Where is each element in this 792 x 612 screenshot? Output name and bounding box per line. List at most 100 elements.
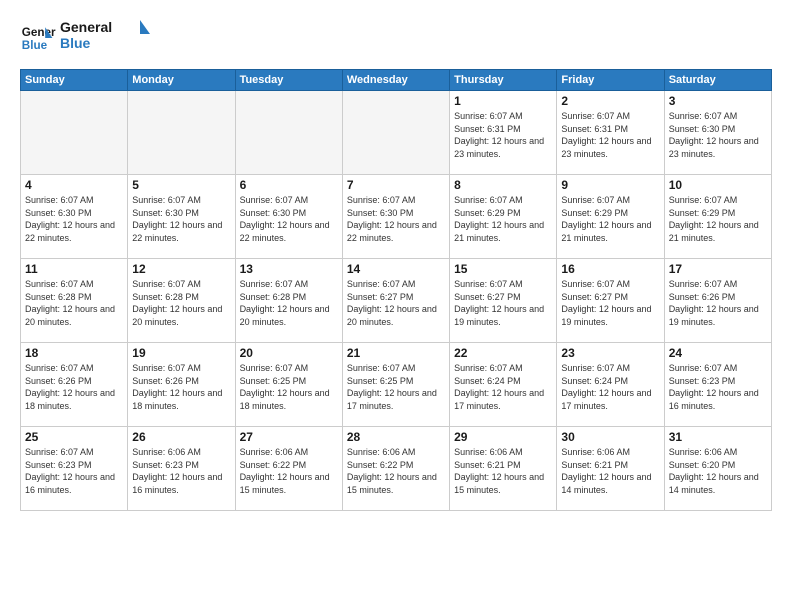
day-number: 18 bbox=[25, 346, 123, 360]
calendar-cell: 16Sunrise: 6:07 AM Sunset: 6:27 PM Dayli… bbox=[557, 259, 664, 343]
calendar-cell: 3Sunrise: 6:07 AM Sunset: 6:30 PM Daylig… bbox=[664, 91, 771, 175]
logo-text: General Blue bbox=[60, 16, 150, 59]
calendar-cell: 11Sunrise: 6:07 AM Sunset: 6:28 PM Dayli… bbox=[21, 259, 128, 343]
day-number: 30 bbox=[561, 430, 659, 444]
weekday-header-wednesday: Wednesday bbox=[342, 70, 449, 91]
day-info: Sunrise: 6:07 AM Sunset: 6:23 PM Dayligh… bbox=[25, 446, 123, 496]
day-info: Sunrise: 6:07 AM Sunset: 6:28 PM Dayligh… bbox=[132, 278, 230, 328]
calendar-week-5: 25 Sunrise: 6:07 AM Sunset: 6:23 PM Dayli… bbox=[21, 427, 772, 511]
day-info: Sunrise: 6:07 AM Sunset: 6:30 PM Dayligh… bbox=[132, 194, 230, 244]
weekday-header-monday: Monday bbox=[128, 70, 235, 91]
calendar-cell: 18 Sunrise: 6:07 AM Sunset: 6:26 PM Dayli… bbox=[21, 343, 128, 427]
calendar-week-3: 11Sunrise: 6:07 AM Sunset: 6:28 PM Dayli… bbox=[21, 259, 772, 343]
day-info: Sunrise: 6:07 AM Sunset: 6:26 PM Dayligh… bbox=[25, 362, 123, 412]
calendar-cell: 8Sunrise: 6:07 AM Sunset: 6:29 PM Daylig… bbox=[450, 175, 557, 259]
calendar-cell: 13 Sunrise: 6:07 AM Sunset: 6:28 PM Dayli… bbox=[235, 259, 342, 343]
calendar-cell bbox=[21, 91, 128, 175]
day-info: Sunrise: 6:07 AM Sunset: 6:30 PM Dayligh… bbox=[669, 110, 767, 160]
header: General Blue General Blue bbox=[20, 16, 772, 59]
day-info: Sunrise: 6:06 AM Sunset: 6:22 PM Dayligh… bbox=[347, 446, 445, 496]
day-number: 7 bbox=[347, 178, 445, 192]
weekday-header-friday: Friday bbox=[557, 70, 664, 91]
calendar-cell: 10Sunrise: 6:07 AM Sunset: 6:29 PM Dayli… bbox=[664, 175, 771, 259]
calendar-cell bbox=[342, 91, 449, 175]
day-info: Sunrise: 6:07 AM Sunset: 6:30 PM Dayligh… bbox=[347, 194, 445, 244]
day-info: Sunrise: 6:07 AM Sunset: 6:25 PM Dayligh… bbox=[240, 362, 338, 412]
svg-text:General: General bbox=[60, 19, 112, 35]
calendar-cell: 27 Sunrise: 6:06 AM Sunset: 6:22 PM Dayli… bbox=[235, 427, 342, 511]
day-info: Sunrise: 6:07 AM Sunset: 6:28 PM Dayligh… bbox=[25, 278, 123, 328]
day-info: Sunrise: 6:07 AM Sunset: 6:27 PM Dayligh… bbox=[454, 278, 552, 328]
calendar-week-4: 18 Sunrise: 6:07 AM Sunset: 6:26 PM Dayli… bbox=[21, 343, 772, 427]
day-number: 27 bbox=[240, 430, 338, 444]
day-number: 21 bbox=[347, 346, 445, 360]
day-info: Sunrise: 6:07 AM Sunset: 6:29 PM Dayligh… bbox=[561, 194, 659, 244]
day-number: 17 bbox=[669, 262, 767, 276]
day-number: 9 bbox=[561, 178, 659, 192]
day-number: 19 bbox=[132, 346, 230, 360]
day-number: 1 bbox=[454, 94, 552, 108]
day-info: Sunrise: 6:07 AM Sunset: 6:24 PM Dayligh… bbox=[454, 362, 552, 412]
day-number: 25 bbox=[25, 430, 123, 444]
day-info: Sunrise: 6:07 AM Sunset: 6:30 PM Dayligh… bbox=[240, 194, 338, 244]
page: General Blue General Blue SundayMondayTu… bbox=[0, 0, 792, 612]
calendar-cell: 5 Sunrise: 6:07 AM Sunset: 6:30 PM Daylig… bbox=[128, 175, 235, 259]
day-number: 10 bbox=[669, 178, 767, 192]
day-number: 26 bbox=[132, 430, 230, 444]
calendar-cell: 6 Sunrise: 6:07 AM Sunset: 6:30 PM Daylig… bbox=[235, 175, 342, 259]
day-info: Sunrise: 6:06 AM Sunset: 6:21 PM Dayligh… bbox=[454, 446, 552, 496]
day-number: 29 bbox=[454, 430, 552, 444]
calendar-cell: 20 Sunrise: 6:07 AM Sunset: 6:25 PM Dayli… bbox=[235, 343, 342, 427]
day-number: 15 bbox=[454, 262, 552, 276]
day-info: Sunrise: 6:07 AM Sunset: 6:31 PM Dayligh… bbox=[454, 110, 552, 160]
logo-icon: General Blue bbox=[20, 20, 56, 56]
calendar-cell: 21 Sunrise: 6:07 AM Sunset: 6:25 PM Dayli… bbox=[342, 343, 449, 427]
day-info: Sunrise: 6:06 AM Sunset: 6:20 PM Dayligh… bbox=[669, 446, 767, 496]
day-number: 6 bbox=[240, 178, 338, 192]
day-number: 2 bbox=[561, 94, 659, 108]
calendar-cell: 24Sunrise: 6:07 AM Sunset: 6:23 PM Dayli… bbox=[664, 343, 771, 427]
day-info: Sunrise: 6:07 AM Sunset: 6:25 PM Dayligh… bbox=[347, 362, 445, 412]
day-number: 12 bbox=[132, 262, 230, 276]
calendar-cell: 9 Sunrise: 6:07 AM Sunset: 6:29 PM Daylig… bbox=[557, 175, 664, 259]
calendar-cell: 31 Sunrise: 6:06 AM Sunset: 6:20 PM Dayli… bbox=[664, 427, 771, 511]
day-number: 20 bbox=[240, 346, 338, 360]
calendar-cell: 22 Sunrise: 6:07 AM Sunset: 6:24 PM Dayli… bbox=[450, 343, 557, 427]
day-number: 5 bbox=[132, 178, 230, 192]
calendar-cell bbox=[235, 91, 342, 175]
day-info: Sunrise: 6:07 AM Sunset: 6:31 PM Dayligh… bbox=[561, 110, 659, 160]
day-info: Sunrise: 6:07 AM Sunset: 6:27 PM Dayligh… bbox=[561, 278, 659, 328]
logo: General Blue General Blue bbox=[20, 16, 150, 59]
day-info: Sunrise: 6:07 AM Sunset: 6:26 PM Dayligh… bbox=[132, 362, 230, 412]
calendar-cell: 15 Sunrise: 6:07 AM Sunset: 6:27 PM Dayli… bbox=[450, 259, 557, 343]
calendar-cell bbox=[128, 91, 235, 175]
weekday-header-tuesday: Tuesday bbox=[235, 70, 342, 91]
calendar-cell: 29 Sunrise: 6:06 AM Sunset: 6:21 PM Dayli… bbox=[450, 427, 557, 511]
day-number: 23 bbox=[561, 346, 659, 360]
day-number: 4 bbox=[25, 178, 123, 192]
day-info: Sunrise: 6:06 AM Sunset: 6:22 PM Dayligh… bbox=[240, 446, 338, 496]
calendar-cell: 23 Sunrise: 6:07 AM Sunset: 6:24 PM Dayli… bbox=[557, 343, 664, 427]
day-info: Sunrise: 6:07 AM Sunset: 6:30 PM Dayligh… bbox=[25, 194, 123, 244]
calendar-cell: 19 Sunrise: 6:07 AM Sunset: 6:26 PM Dayli… bbox=[128, 343, 235, 427]
day-number: 31 bbox=[669, 430, 767, 444]
day-number: 22 bbox=[454, 346, 552, 360]
day-info: Sunrise: 6:06 AM Sunset: 6:23 PM Dayligh… bbox=[132, 446, 230, 496]
calendar-cell: 2 Sunrise: 6:07 AM Sunset: 6:31 PM Daylig… bbox=[557, 91, 664, 175]
day-number: 14 bbox=[347, 262, 445, 276]
day-number: 13 bbox=[240, 262, 338, 276]
day-info: Sunrise: 6:07 AM Sunset: 6:28 PM Dayligh… bbox=[240, 278, 338, 328]
calendar-cell: 12 Sunrise: 6:07 AM Sunset: 6:28 PM Dayli… bbox=[128, 259, 235, 343]
calendar-cell: 1 Sunrise: 6:07 AM Sunset: 6:31 PM Daylig… bbox=[450, 91, 557, 175]
weekday-header-thursday: Thursday bbox=[450, 70, 557, 91]
calendar-table: SundayMondayTuesdayWednesdayThursdayFrid… bbox=[20, 69, 772, 511]
day-info: Sunrise: 6:07 AM Sunset: 6:24 PM Dayligh… bbox=[561, 362, 659, 412]
day-info: Sunrise: 6:07 AM Sunset: 6:26 PM Dayligh… bbox=[669, 278, 767, 328]
weekday-header-sunday: Sunday bbox=[21, 70, 128, 91]
calendar-cell: 28Sunrise: 6:06 AM Sunset: 6:22 PM Dayli… bbox=[342, 427, 449, 511]
calendar-cell: 25 Sunrise: 6:07 AM Sunset: 6:23 PM Dayli… bbox=[21, 427, 128, 511]
day-number: 24 bbox=[669, 346, 767, 360]
calendar-cell: 30Sunrise: 6:06 AM Sunset: 6:21 PM Dayli… bbox=[557, 427, 664, 511]
svg-text:Blue: Blue bbox=[22, 38, 48, 51]
calendar-cell: 17 Sunrise: 6:07 AM Sunset: 6:26 PM Dayli… bbox=[664, 259, 771, 343]
